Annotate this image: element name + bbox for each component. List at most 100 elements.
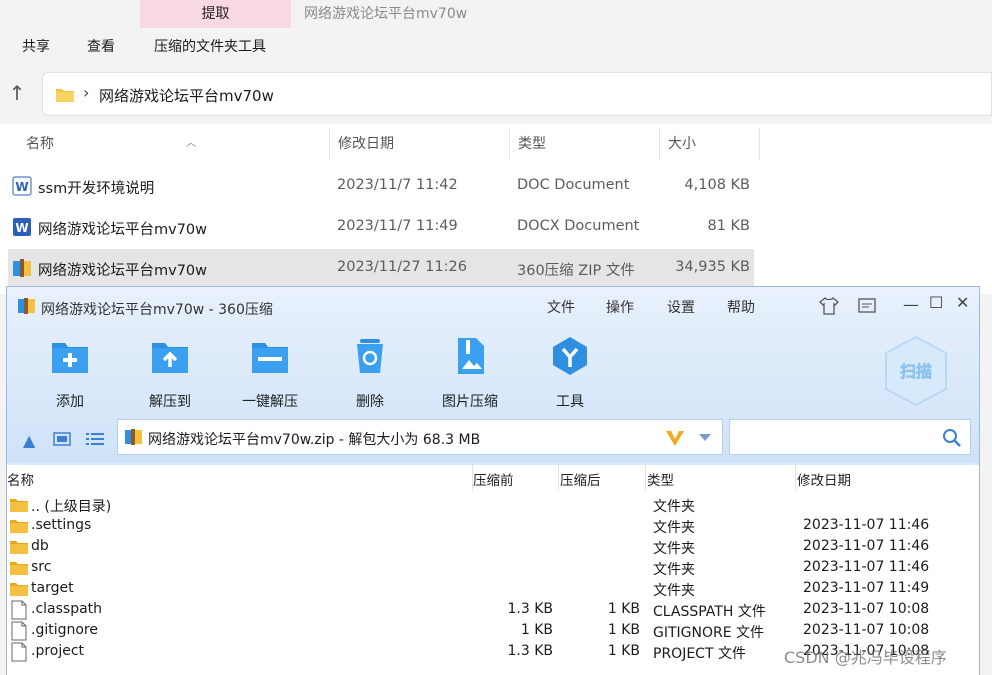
menu-file[interactable]: 文件 bbox=[547, 297, 575, 317]
address-bar: ↑ › 网络游戏论坛平台mv70w bbox=[0, 70, 992, 120]
extract-to-icon bbox=[152, 343, 188, 373]
maximize-icon[interactable]: ☐ bbox=[929, 293, 943, 312]
file-row-selected[interactable]: 网络游戏论坛平台mv70w 2023/11/27 11:26 360压缩 ZIP… bbox=[8, 249, 754, 287]
zip-row-modified: 2023-11-07 10:08 bbox=[803, 601, 930, 617]
zip-row-type: 文件夹 bbox=[653, 583, 695, 599]
tab-view[interactable]: 查看 bbox=[87, 36, 115, 56]
tab-extract[interactable]: 提取 bbox=[140, 0, 291, 28]
tools-button[interactable]: 工具 bbox=[525, 335, 615, 411]
one-click-extract-icon bbox=[252, 343, 288, 373]
one-click-extract-label: 一键解压 bbox=[242, 394, 298, 410]
file-size: 34,935 KB bbox=[675, 259, 750, 275]
list-view-icon[interactable] bbox=[85, 431, 105, 447]
delete-icon bbox=[357, 339, 383, 373]
file-modified: 2023/11/27 11:26 bbox=[337, 259, 467, 275]
zip-row-type: PROJECT 文件 bbox=[653, 646, 746, 662]
menu-help[interactable]: 帮助 bbox=[727, 297, 755, 317]
add-label: 添加 bbox=[56, 394, 84, 410]
zip-title: 网络游戏论坛平台mv70w - 360压缩 bbox=[41, 302, 273, 318]
zip-row-modified: 2023-11-07 10:08 bbox=[803, 622, 930, 638]
scan-button[interactable]: 扫描 bbox=[883, 335, 949, 407]
image-compress-button[interactable]: 图片压缩 bbox=[425, 335, 515, 411]
zip-row-type: CLASSPATH 文件 bbox=[653, 604, 766, 620]
file-row[interactable]: W ssm开发环境说明 2023/11/7 11:42 DOC Document… bbox=[8, 167, 754, 205]
add-button[interactable]: 添加 bbox=[25, 335, 115, 411]
zip-window: 网络游戏论坛平台mv70w - 360压缩 文件 操作 设置 帮助 — ☐ ✕ … bbox=[6, 286, 980, 675]
zip-row-name: .project bbox=[31, 643, 85, 659]
column-type[interactable]: 类型 bbox=[510, 128, 660, 160]
one-click-extract-button[interactable]: 一键解压 bbox=[225, 335, 315, 411]
zip-row-modified: 2023-11-07 11:46 bbox=[803, 517, 930, 533]
folder-icon bbox=[56, 89, 74, 102]
extract-to-label: 解压到 bbox=[149, 394, 191, 410]
menu-settings[interactable]: 设置 bbox=[667, 297, 695, 317]
column-name-label: 名称 bbox=[26, 136, 54, 152]
zip-column-after[interactable]: 压缩后 bbox=[560, 469, 601, 489]
zip-row[interactable]: .classpath 1.3 KB 1 KB CLASSPATH 文件 2023-11-… bbox=[7, 600, 979, 621]
up-arrow-icon[interactable]: ↑ bbox=[6, 82, 28, 104]
menu-operate[interactable]: 操作 bbox=[606, 297, 634, 317]
file-list: 名称 ︿ 修改日期 类型 大小 W ssm开发环境说明 2023/11/7 11:… bbox=[0, 124, 992, 294]
delete-button[interactable]: 删除 bbox=[325, 335, 415, 411]
chevron-right-icon[interactable]: › bbox=[83, 83, 89, 102]
zip-row-type: GITIGNORE 文件 bbox=[653, 625, 765, 641]
tab-compressed-folder-tools[interactable]: 压缩的文件夹工具 bbox=[154, 36, 266, 56]
up-level-icon[interactable]: ▲ bbox=[23, 431, 35, 450]
ribbon-menu: 共享 查看 压缩的文件夹工具 bbox=[0, 30, 992, 60]
zip-column-name[interactable]: 名称 bbox=[7, 469, 34, 489]
file-name: 网络游戏论坛平台mv70w bbox=[38, 263, 208, 279]
zip-path-input[interactable]: 网络游戏论坛平台mv70w.zip - 解包大小为 68.3 MB bbox=[117, 419, 723, 455]
zip-row-after: 1 KB bbox=[607, 643, 640, 659]
zip-row[interactable]: db 文件夹 2023-11-07 11:46 bbox=[7, 537, 979, 558]
column-name[interactable]: 名称 ︿ bbox=[18, 128, 330, 160]
extract-to-button[interactable]: 解压到 bbox=[125, 335, 215, 411]
column-modified[interactable]: 修改日期 bbox=[330, 128, 510, 160]
zip-column-modified[interactable]: 修改日期 bbox=[797, 469, 851, 489]
close-icon[interactable]: ✕ bbox=[956, 293, 969, 312]
zip-search-input[interactable] bbox=[729, 419, 971, 455]
search-icon[interactable] bbox=[942, 428, 962, 448]
zip-row-after: 1 KB bbox=[607, 622, 640, 638]
address-input[interactable]: › 网络游戏论坛平台mv70w bbox=[42, 72, 992, 116]
zip-archive-icon bbox=[125, 429, 142, 445]
zip-row-type: 文件夹 bbox=[653, 499, 695, 515]
column-divider bbox=[558, 465, 559, 491]
tab-share[interactable]: 共享 bbox=[22, 36, 50, 56]
zip-row[interactable]: .gitignore 1 KB 1 KB GITIGNORE 文件 2023-11-07… bbox=[7, 621, 979, 642]
window-title: 网络游戏论坛平台mv70w bbox=[304, 6, 468, 22]
scan-label: 扫描 bbox=[900, 362, 932, 381]
file-size: 4,108 KB bbox=[684, 177, 750, 193]
folder-icon bbox=[10, 520, 28, 533]
folder-icon bbox=[10, 562, 28, 575]
zip-row[interactable]: .. (上级目录) 文件夹 bbox=[7, 495, 979, 516]
delete-label: 删除 bbox=[356, 394, 384, 410]
tools-icon bbox=[553, 337, 587, 375]
verify-logo-icon[interactable] bbox=[664, 428, 686, 448]
zip-row-modified: 2023-11-07 11:46 bbox=[803, 538, 930, 554]
svg-text:W: W bbox=[15, 180, 28, 194]
zip-row-name: .classpath bbox=[31, 601, 103, 617]
feedback-icon[interactable] bbox=[857, 297, 877, 315]
zip-row-modified: 2023-11-07 11:49 bbox=[803, 580, 930, 596]
skin-icon[interactable] bbox=[819, 297, 839, 315]
zip-row[interactable]: src 文件夹 2023-11-07 11:46 bbox=[7, 558, 979, 579]
zip-row-before: 1 KB bbox=[520, 622, 553, 638]
zip-row[interactable]: target 文件夹 2023-11-07 11:49 bbox=[7, 579, 979, 600]
thumbnail-view-icon[interactable] bbox=[53, 431, 71, 447]
folder-icon bbox=[10, 541, 28, 554]
file-type: 360压缩 ZIP 文件 bbox=[517, 263, 635, 279]
tools-label: 工具 bbox=[556, 394, 584, 410]
file-row[interactable]: W 网络游戏论坛平台mv70w 2023/11/7 11:49 DOCX Doc… bbox=[8, 208, 754, 246]
zip-path-text: 网络游戏论坛平台mv70w.zip - 解包大小为 68.3 MB bbox=[148, 432, 481, 448]
minimize-icon[interactable]: — bbox=[903, 295, 919, 314]
zip-column-before[interactable]: 压缩前 bbox=[473, 469, 514, 489]
column-size[interactable]: 大小 bbox=[660, 128, 760, 160]
zip-row-name: .gitignore bbox=[31, 622, 98, 638]
watermark: CSDN @兆冯毕设程序 bbox=[784, 648, 947, 667]
chevron-down-icon[interactable] bbox=[698, 433, 712, 443]
file-modified: 2023/11/7 11:49 bbox=[337, 218, 458, 234]
breadcrumb[interactable]: 网络游戏论坛平台mv70w bbox=[99, 85, 274, 106]
zip-column-type[interactable]: 类型 bbox=[647, 469, 674, 489]
zip-row[interactable]: .settings 文件夹 2023-11-07 11:46 bbox=[7, 516, 979, 537]
ribbon-bar: 提取 网络游戏论坛平台mv70w bbox=[0, 0, 992, 28]
